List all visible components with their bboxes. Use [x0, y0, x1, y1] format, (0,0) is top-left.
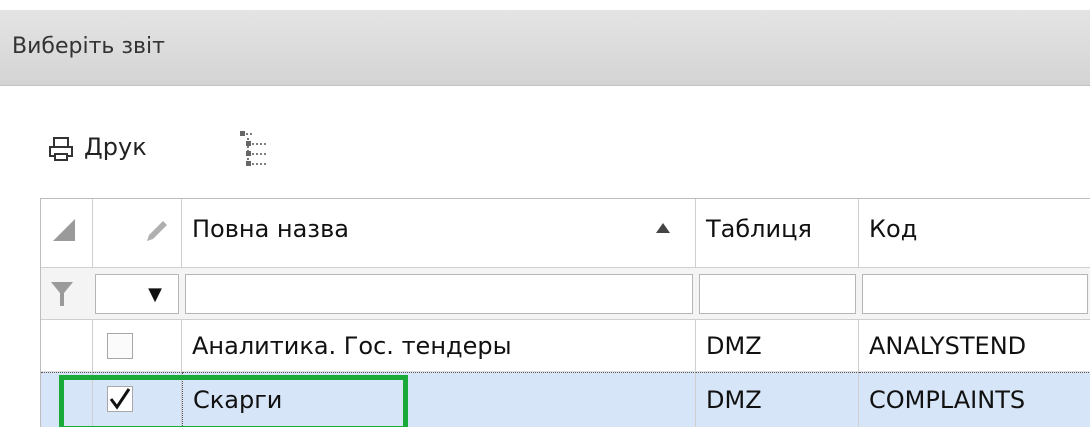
row-full-name-selected[interactable]: Скарги	[182, 372, 696, 427]
tree-view-icon[interactable]	[238, 128, 274, 174]
full-name-filter-input[interactable]	[185, 274, 693, 314]
code-filter-input[interactable]	[862, 274, 1088, 314]
check-filter-dropdown[interactable]: ▼	[95, 274, 179, 314]
print-label: Друк	[84, 133, 147, 161]
column-label-full-name: Повна назва	[192, 215, 349, 243]
sort-ascending-icon	[656, 223, 670, 233]
pencil-icon	[147, 221, 167, 241]
row-code[interactable]: ANALYSTEND	[859, 320, 1090, 372]
row-table-selected[interactable]: DMZ	[696, 372, 859, 427]
table-row-selected[interactable]	[93, 372, 182, 427]
filter-row: ▼	[41, 268, 1090, 320]
dropdown-arrow-icon: ▼	[148, 283, 162, 305]
row-code-selected[interactable]: COMPLAINTS	[859, 372, 1090, 427]
row-checkbox-checked[interactable]	[107, 386, 133, 412]
column-header-table[interactable]: Таблиця	[696, 199, 859, 268]
row-checkbox[interactable]	[107, 333, 133, 359]
row-full-name[interactable]: Аналитика. Гос. тендеры	[182, 320, 696, 372]
corner-triangle-icon	[53, 219, 75, 241]
column-header-full-name[interactable]: Повна назва	[182, 199, 696, 268]
row-indicator-selected[interactable]	[41, 372, 93, 427]
row-table[interactable]: DMZ	[696, 320, 859, 372]
checkmark-icon	[109, 388, 131, 410]
row-indicator[interactable]	[41, 320, 93, 372]
edit-column-header[interactable]	[93, 199, 182, 268]
column-label-table: Таблиця	[706, 215, 812, 243]
column-label-code: Код	[869, 215, 918, 243]
header-title: Виберіть звіт	[12, 34, 165, 59]
print-button[interactable]: Друк	[48, 132, 147, 162]
header-bar: Виберіть звіт	[0, 10, 1090, 86]
corner-header	[41, 199, 93, 268]
column-header-code[interactable]: Код	[859, 199, 1090, 268]
printer-icon	[49, 137, 73, 161]
table-filter-input[interactable]	[699, 274, 856, 314]
report-grid: Повна назва Таблиця Код ▼ Аналитика. Гос…	[40, 198, 1090, 427]
filter-icon	[51, 282, 73, 306]
table-row[interactable]	[93, 320, 182, 372]
